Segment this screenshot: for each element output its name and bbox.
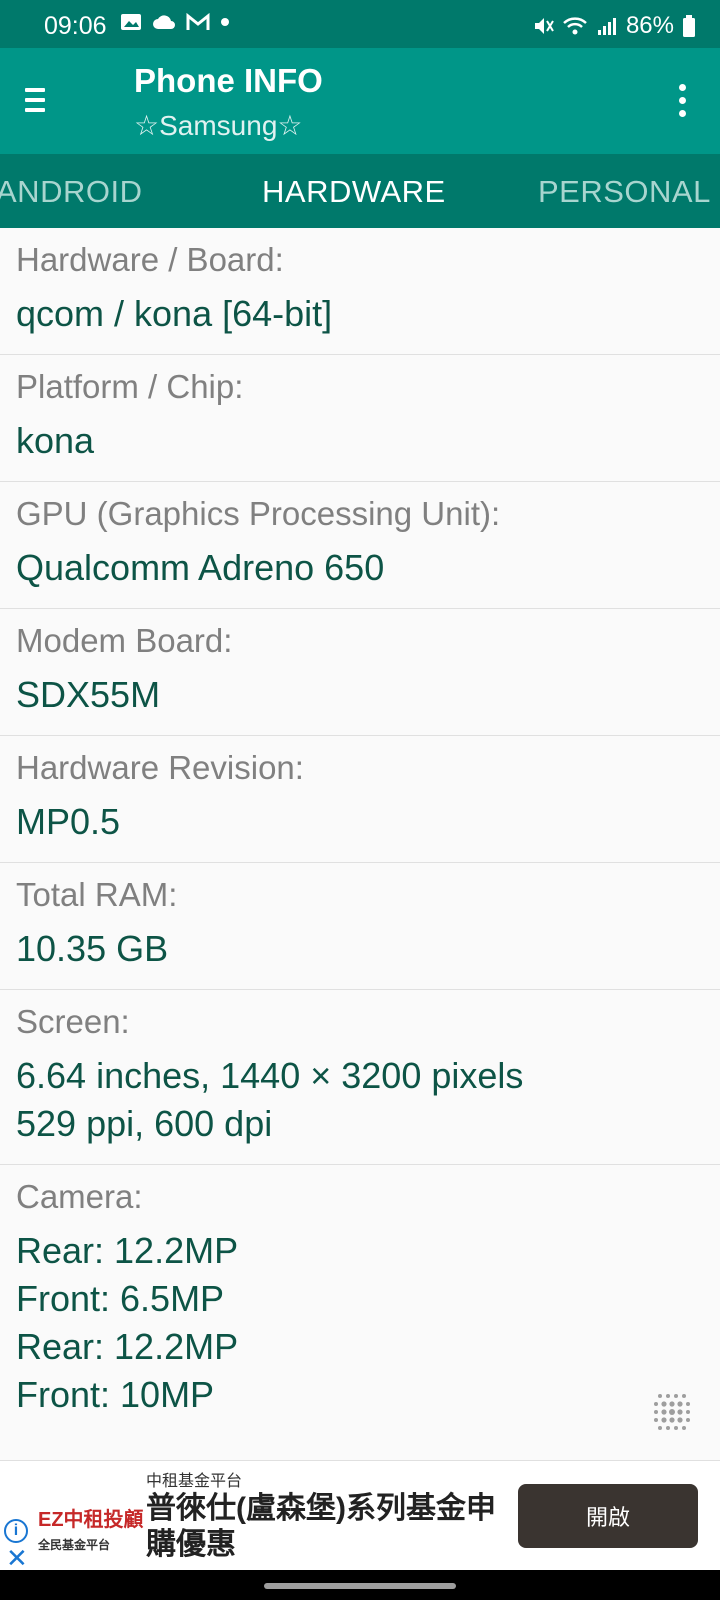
hamburger-icon[interactable] <box>20 78 54 124</box>
app-title: Phone INFO <box>134 62 323 99</box>
mute-icon <box>534 18 554 34</box>
tab-hardware[interactable]: HARDWARE <box>262 174 446 210</box>
info-label: Total RAM: <box>16 876 178 913</box>
info-value: kona <box>16 420 95 461</box>
info-row-camera[interactable]: Camera: Rear: 12.2MP Front: 6.5MP Rear: … <box>0 1165 720 1435</box>
info-value: qcom / kona [64-bit] <box>16 293 333 334</box>
more-vert-icon[interactable] <box>672 78 692 124</box>
tab-personal[interactable]: PERSONAL <box>538 174 711 210</box>
info-row-screen[interactable]: Screen: 6.64 inches, 1440 × 3200 pixels … <box>0 990 720 1165</box>
ad-logo: EZ中租投顧 全民基金平台 <box>38 1503 144 1555</box>
notification-icons <box>120 12 230 32</box>
close-icon[interactable]: ✕ <box>6 1545 28 1571</box>
info-value: Qualcomm Adreno 650 <box>16 547 385 588</box>
app-bar: Phone INFO ☆Samsung☆ <box>0 48 720 154</box>
home-handle[interactable] <box>264 1583 456 1589</box>
info-value: 6.64 inches, 1440 × 3200 pixels 529 ppi,… <box>16 1055 524 1144</box>
info-label: Hardware / Board: <box>16 241 284 278</box>
info-row-gpu[interactable]: GPU (Graphics Processing Unit): Qualcomm… <box>0 482 720 609</box>
ad-headline: 普徠仕(盧森堡)系列基金申購優惠 <box>146 1492 496 1561</box>
info-label: Platform / Chip: <box>16 368 244 405</box>
ad-open-button[interactable]: 開啟 <box>518 1484 698 1548</box>
cloud-icon <box>153 15 175 29</box>
battery-icon <box>683 15 695 37</box>
info-label: Modem Board: <box>16 622 233 659</box>
info-row-hardware-board[interactable]: Hardware / Board: qcom / kona [64-bit] <box>0 228 720 355</box>
battery-percent: 86% <box>625 12 674 39</box>
status-time: 09:06 <box>44 12 107 40</box>
info-row-modem-board[interactable]: Modem Board: SDX55M <box>0 609 720 736</box>
info-row-hardware-revision[interactable]: Hardware Revision: MP0.5 <box>0 736 720 863</box>
info-label: Camera: <box>16 1178 143 1215</box>
info-value: SDX55M <box>16 674 161 715</box>
system-status: 86% <box>532 12 696 40</box>
dots-grid-icon[interactable] <box>650 1390 694 1434</box>
image-icon <box>121 14 141 30</box>
info-label: Screen: <box>16 1003 130 1040</box>
hardware-info-list: Hardware / Board: qcom / kona [64-bit] P… <box>0 228 720 1435</box>
info-value: MP0.5 <box>16 801 121 842</box>
dot-icon <box>221 18 229 26</box>
wifi-icon <box>563 17 587 35</box>
info-row-total-ram[interactable]: Total RAM: 10.35 GB <box>0 863 720 990</box>
info-label: Hardware Revision: <box>16 749 304 786</box>
app-subtitle: ☆Samsung☆ <box>134 110 303 141</box>
gmail-icon <box>186 13 210 30</box>
tab-android[interactable]: ANDROID <box>0 174 142 210</box>
info-label: GPU (Graphics Processing Unit): <box>16 495 501 532</box>
ad-logo-sub: 全民基金平台 <box>38 1538 111 1552</box>
ad-logo-main: EZ中租投顧 <box>38 1509 144 1531</box>
ad-banner[interactable]: EZ中租投顧 全民基金平台 中租基金平台 普徠仕(盧森堡)系列基金申購優惠 開啟… <box>0 1460 720 1571</box>
status-bar: 09:06 86% <box>0 0 720 48</box>
signal-icon <box>597 18 616 35</box>
info-value: Rear: 12.2MP Front: 6.5MP Rear: 12.2MP F… <box>16 1230 239 1415</box>
info-value: 10.35 GB <box>16 928 169 969</box>
info-row-platform-chip[interactable]: Platform / Chip: kona <box>0 355 720 482</box>
info-icon[interactable]: i <box>4 1519 28 1543</box>
tab-bar: ANDROID HARDWARE PERSONAL <box>0 154 720 228</box>
navigation-bar <box>0 1570 720 1600</box>
ad-small-title: 中租基金平台 <box>146 1473 243 1490</box>
